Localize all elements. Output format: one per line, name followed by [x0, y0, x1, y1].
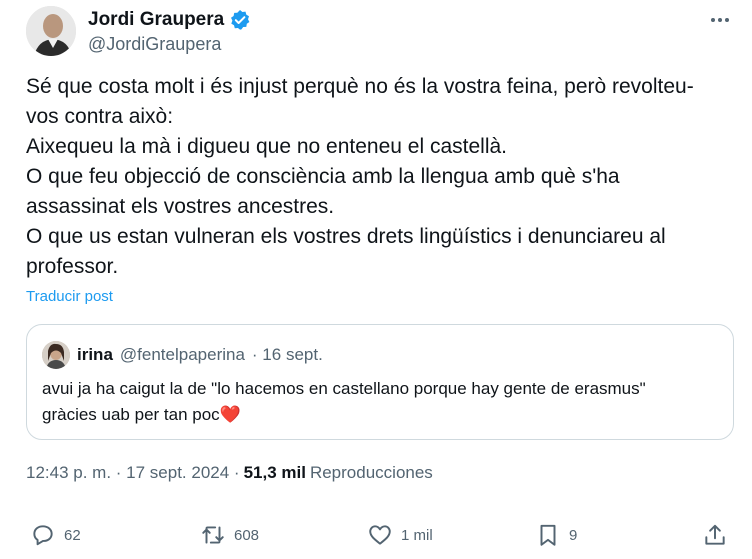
- author-avatar[interactable]: [26, 6, 76, 56]
- verified-badge-icon: [229, 9, 251, 31]
- more-options-icon[interactable]: [708, 8, 732, 32]
- like-count: 1 mil: [401, 526, 433, 544]
- bookmark-button[interactable]: 9: [535, 522, 577, 548]
- reply-icon: [33, 525, 53, 546]
- repost-icon: [202, 526, 224, 544]
- repost-button[interactable]: 608: [200, 522, 259, 548]
- share-icon: [705, 524, 725, 545]
- translate-post-link[interactable]: Traducir post: [26, 288, 113, 305]
- views-label: Reproducciones: [309, 463, 433, 482]
- quoted-tweet-body: avui ja ha caigut la de "lo hacemos en c…: [42, 379, 646, 424]
- share-button[interactable]: [702, 522, 728, 548]
- heart-icon: [369, 525, 391, 545]
- author-block: Jordi Graupera @JordiGraupera: [88, 8, 251, 55]
- tweet-timestamp[interactable]: 12:43 p. m. · 17 sept. 2024 ·: [26, 463, 240, 483]
- quoted-tweet[interactable]: irina @fentelpaperina · 16 sept. avui ja…: [26, 324, 734, 440]
- bookmark-count: 9: [569, 526, 578, 544]
- quoted-author-name: irina: [77, 345, 113, 364]
- author-handle[interactable]: @JordiGraupera: [88, 34, 251, 55]
- action-bar: 62 608 1 mil 9: [30, 522, 730, 552]
- heart-emoji-icon: ❤️: [219, 405, 241, 424]
- quoted-author-handle: @fentelpaperina: [119, 345, 245, 364]
- author-name[interactable]: Jordi Graupera: [88, 9, 224, 31]
- quoted-tweet-text: avui ja ha caigut la de "lo hacemos en c…: [42, 376, 662, 428]
- views-count: 51,3 mil: [243, 463, 306, 482]
- quoted-tweet-date: · 16 sept.: [251, 345, 323, 364]
- reply-count: 62: [64, 526, 81, 544]
- quoted-author-avatar: [42, 341, 70, 369]
- like-button[interactable]: 1 mil: [367, 522, 433, 548]
- quoted-tweet-header: irina @fentelpaperina · 16 sept.: [42, 341, 323, 369]
- bookmark-icon: [540, 524, 556, 546]
- tweet-meta: 12:43 p. m. · 17 sept. 2024 · 51,3 mil R…: [26, 463, 433, 483]
- tweet-text: Sé que costa molt i és injust perquè no …: [26, 75, 694, 278]
- reply-button[interactable]: 62: [30, 522, 81, 548]
- repost-count: 608: [234, 526, 260, 544]
